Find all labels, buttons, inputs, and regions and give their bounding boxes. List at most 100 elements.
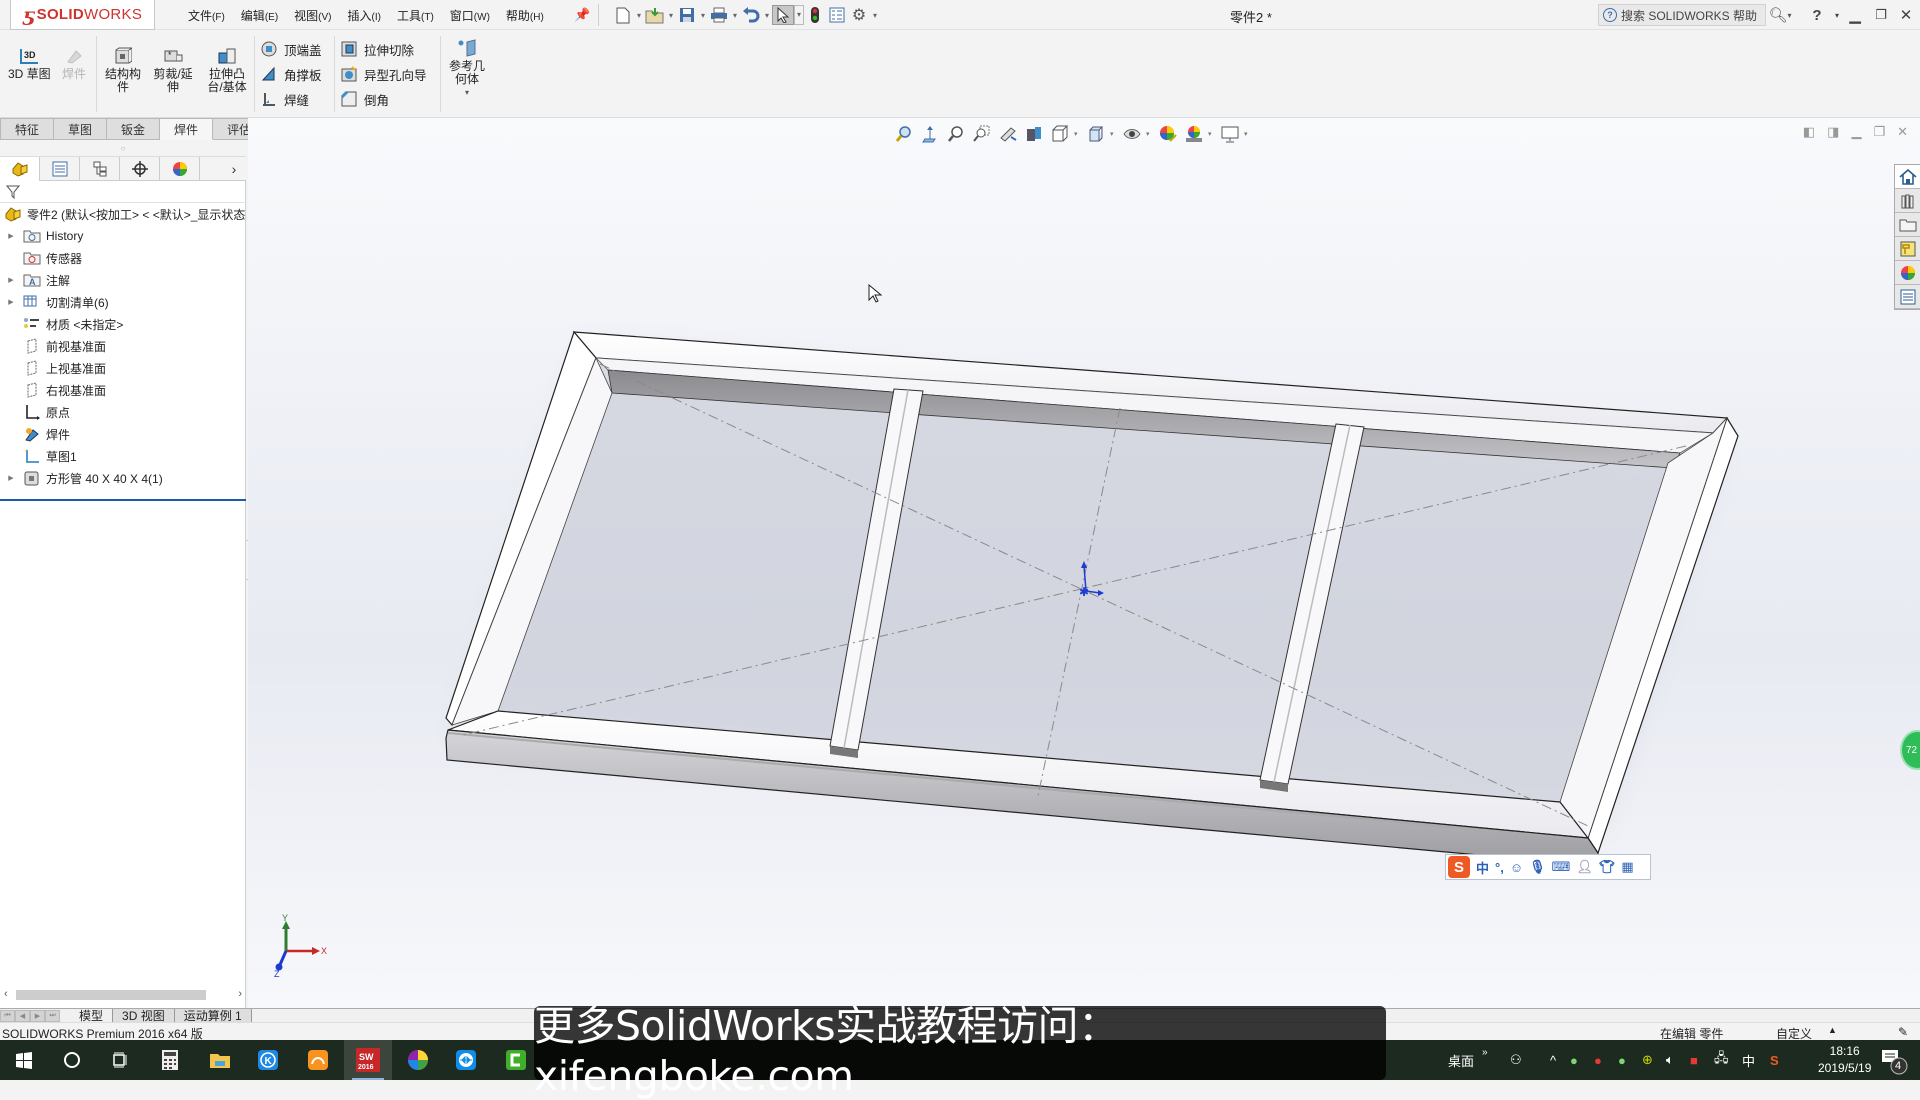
apply-scene-icon[interactable] [1182, 123, 1206, 145]
gusset-button[interactable]: 角撑板 [260, 63, 322, 85]
file-explorer-icon[interactable] [1895, 213, 1920, 237]
menu-help[interactable]: 帮助(H) [498, 7, 552, 24]
tree-item-sensors[interactable]: 传感器 [0, 247, 246, 269]
sogou-tray-icon[interactable]: S [1770, 1040, 1779, 1080]
menu-file[interactable]: 文件(F) [180, 7, 233, 24]
tile-left-icon[interactable]: ◧ [1803, 124, 1815, 140]
tree-item-square-tube[interactable]: ▶ 方形管 40 X 40 X 4(1) [0, 467, 246, 489]
save-dropdown[interactable]: ▾ [698, 11, 708, 20]
microphone-icon[interactable]: 🎙︎ [1529, 859, 1546, 875]
taskbar-teamviewer[interactable] [442, 1040, 490, 1080]
panel-grip[interactable]: ○ [0, 140, 246, 157]
toolbox-grid-icon[interactable]: ▦ [1621, 859, 1633, 875]
graphics-area[interactable]: ✱ ▾ ▾ ▾ ▾ ▾ ◧ ◨ ▁ ❐ ✕ Y X Z S 中 °, ☺ 🎙︎ … [248, 118, 1920, 1008]
wechat-tray-icon[interactable]: ● [1570, 1040, 1578, 1080]
solidworks-logo[interactable]: ƽ SOLIDWORKS [10, 0, 155, 30]
hole-wizard-button[interactable]: 异型孔向导 [340, 63, 427, 85]
task-view-button[interactable] [96, 1040, 144, 1080]
view-orientation-icon[interactable] [1048, 123, 1072, 145]
expand-arrow-icon[interactable]: ▶ [6, 474, 16, 482]
prev-tab-icon[interactable]: ◀ [15, 1010, 30, 1022]
ime-punctuation-toggle[interactable]: °, [1495, 860, 1504, 875]
scrollbar-thumb[interactable] [16, 990, 206, 1000]
wechat-tray-icon-2[interactable]: ● [1618, 1040, 1626, 1080]
options-gear-icon[interactable]: ⚙ [848, 5, 870, 25]
desktop-toolbar-label[interactable]: 桌面 [1448, 1040, 1474, 1080]
tree-filter[interactable] [0, 181, 246, 203]
quick-tips-icon[interactable]: ✎ [1898, 1025, 1908, 1039]
help-button[interactable]: ? [1806, 4, 1828, 26]
tab-sheet-metal[interactable]: 钣金 [107, 118, 161, 140]
zoom-to-area-normal-icon[interactable] [918, 123, 942, 145]
show-hidden-icons-chevron[interactable]: ^ [1550, 1040, 1556, 1080]
tree-item-top-plane[interactable]: 上视基准面 [0, 357, 246, 379]
structural-member-button[interactable]: 结构构件 [102, 46, 144, 94]
doc-restore-icon[interactable]: ❐ [1873, 124, 1885, 140]
tree-item-front-plane[interactable]: 前视基准面 [0, 335, 246, 357]
undo-icon[interactable] [740, 5, 762, 25]
displaymanager-tab[interactable] [160, 157, 200, 181]
next-tab-icon[interactable]: ▶ [30, 1010, 45, 1022]
reference-geometry-dropdown[interactable]: ▾ [465, 86, 469, 99]
action-center-button[interactable]: 4 [1880, 1048, 1910, 1079]
print-dropdown[interactable]: ▾ [730, 11, 740, 20]
file-properties-icon[interactable] [826, 5, 848, 25]
hide-show-items-icon[interactable] [1120, 123, 1144, 145]
appearances-scenes-icon[interactable] [1895, 261, 1920, 285]
tree-item-origin[interactable]: 原点 [0, 401, 246, 423]
expand-arrow-icon[interactable]: ▶ [6, 276, 16, 284]
display-style-dropdown[interactable]: ▾ [1110, 130, 1118, 138]
expand-arrow-icon[interactable]: ▶ [6, 232, 16, 240]
reference-geometry-button[interactable]: 参考几何体 ▾ [446, 38, 488, 99]
doc-close-icon[interactable]: ✕ [1897, 124, 1908, 140]
extruded-cut-button[interactable]: 拉伸切除 [340, 38, 414, 60]
undo-dropdown[interactable]: ▾ [762, 11, 772, 20]
hide-show-dropdown[interactable]: ▾ [1146, 130, 1154, 138]
save-icon[interactable] [676, 5, 698, 25]
tree-item-history[interactable]: ▶ History [0, 225, 246, 247]
select-dropdown[interactable]: ▾ [794, 5, 804, 25]
apply-scene-dropdown[interactable]: ▾ [1208, 130, 1216, 138]
system-clock[interactable]: 18:16 2019/5/19 [1818, 1043, 1871, 1077]
configurationmanager-tab[interactable] [80, 157, 120, 181]
previous-view-icon[interactable] [970, 123, 994, 145]
end-cap-button[interactable]: 顶端盖 [260, 38, 322, 60]
toolbar-overflow-icon[interactable]: » [1482, 1032, 1488, 1072]
more-tabs-chevron-icon[interactable]: › [222, 157, 246, 180]
search-help-input[interactable]: ? 搜索 SOLIDWORKS 帮助 [1598, 4, 1766, 26]
people-icon[interactable]: ⚇ [1510, 1040, 1522, 1080]
view-settings-icon[interactable] [1218, 123, 1242, 145]
trim-extend-button[interactable]: * 剪裁/延伸 [150, 46, 196, 94]
360-tray-icon[interactable]: ⊕ [1642, 1040, 1653, 1080]
tree-item-weldment[interactable]: 焊件 [0, 423, 246, 445]
rollback-bar[interactable] [0, 499, 246, 501]
3d-sketch-button[interactable]: 3D 3D 草图 [8, 46, 51, 81]
tab-3d-views[interactable]: 3D 视图 [113, 1009, 175, 1023]
new-document-icon[interactable] [612, 5, 634, 25]
network-icon[interactable]: 🖧︎ [1714, 1040, 1729, 1080]
tab-motion-study-1[interactable]: 运动算例 1 [174, 1009, 252, 1023]
view-palette-icon[interactable] [1895, 237, 1920, 261]
user-account-icon[interactable]: 👤︎ [1576, 859, 1593, 875]
units-up-arrow-icon[interactable]: ▲ [1828, 1025, 1837, 1035]
horizontal-scrollbar[interactable]: ‹ › [0, 988, 246, 1002]
chamfer-button[interactable]: 倒角 [340, 88, 389, 110]
ime-language-toggle[interactable]: 中 [1476, 858, 1489, 877]
input-language-indicator[interactable]: 中 [1742, 1040, 1755, 1080]
taskbar-file-explorer[interactable] [196, 1040, 244, 1080]
weldment-frame-model[interactable]: ✱ [248, 118, 1920, 1008]
tab-model[interactable]: 模型 [70, 1009, 114, 1023]
doc-minimize-icon[interactable]: ▁ [1851, 124, 1861, 140]
dynamic-annotation-icon[interactable] [1022, 123, 1046, 145]
menu-view[interactable]: 视图(V) [286, 7, 339, 24]
expand-arrow-icon[interactable]: ▶ [6, 298, 16, 306]
minimize-button[interactable]: ▁ [1844, 4, 1866, 26]
menu-edit[interactable]: 编辑(E) [233, 7, 286, 24]
menu-window[interactable]: 窗口(W) [442, 7, 498, 24]
close-button[interactable]: ✕ [1895, 4, 1917, 26]
edit-appearance-icon[interactable] [1156, 123, 1180, 145]
tree-root-part[interactable]: 零件2 (默认<按加工> < <默认>_显示状态 [0, 203, 246, 225]
menu-tools[interactable]: 工具(T) [389, 7, 442, 24]
open-dropdown[interactable]: ▾ [666, 11, 676, 20]
taskbar-calculator[interactable] [146, 1040, 194, 1080]
